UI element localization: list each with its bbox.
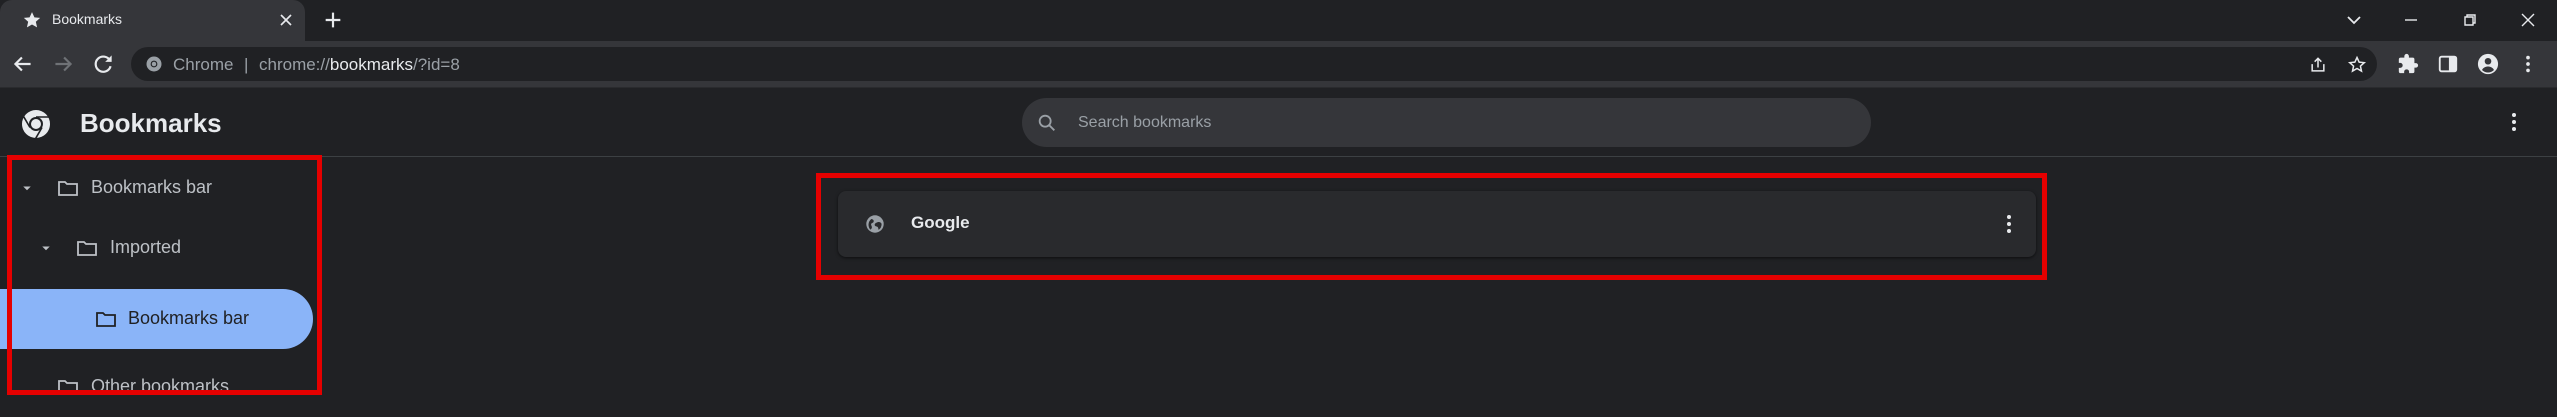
url-text: chrome://bookmarks/?id=8 xyxy=(259,55,460,75)
chrome-site-icon xyxy=(146,56,162,72)
back-icon[interactable] xyxy=(10,51,36,77)
minimize-icon[interactable] xyxy=(2399,8,2423,32)
folder-tree: Bookmarks bar Imported Bookmarks bar Oth… xyxy=(0,157,320,403)
search-icon xyxy=(1038,114,1055,131)
tree-item-imported[interactable]: Imported xyxy=(0,218,310,278)
tree-item-other-bookmarks[interactable]: Other bookmarks xyxy=(0,357,310,417)
folder-icon xyxy=(58,380,78,395)
address-bar[interactable]: Chrome | chrome://bookmarks/?id=8 xyxy=(131,47,2377,81)
forward-icon[interactable] xyxy=(50,51,76,77)
close-tab-icon[interactable] xyxy=(276,10,296,30)
url-prefix: chrome:// xyxy=(259,55,330,74)
omnibox-separator: | xyxy=(244,55,249,74)
new-tab-icon[interactable] xyxy=(322,9,344,31)
expand-arrow-icon[interactable] xyxy=(18,179,36,197)
bookmarks-header: Bookmarks xyxy=(0,88,2557,157)
toolbar: Chrome | chrome://bookmarks/?id=8 xyxy=(0,41,2557,88)
star-icon xyxy=(23,12,41,28)
folder-icon xyxy=(77,241,97,256)
url-suffix: /?id=8 xyxy=(413,55,460,74)
organize-menu-icon[interactable] xyxy=(2502,110,2526,134)
chrome-logo-icon xyxy=(22,110,50,139)
expand-arrow-icon[interactable] xyxy=(37,239,55,257)
page-title: Bookmarks xyxy=(80,108,222,138)
reload-icon[interactable] xyxy=(90,51,116,77)
folder-icon xyxy=(58,181,78,196)
search-box[interactable] xyxy=(1022,98,1871,147)
restore-icon[interactable] xyxy=(2458,8,2482,32)
tab-strip: Bookmarks xyxy=(0,0,2557,41)
tree-item-label: Other bookmarks xyxy=(91,376,230,396)
tab-search-icon[interactable] xyxy=(2342,8,2366,32)
tree-item-label: Imported xyxy=(110,237,182,257)
more-actions-icon[interactable] xyxy=(1997,212,2021,236)
profile-icon[interactable] xyxy=(2477,53,2499,75)
tree-item-bookmarks-bar-selected[interactable]: Bookmarks bar xyxy=(0,289,313,349)
search-input[interactable] xyxy=(1078,108,1838,138)
close-window-icon[interactable] xyxy=(2516,8,2540,32)
chrome-menu-icon[interactable] xyxy=(2517,53,2539,75)
tree-item-bookmarks-bar[interactable]: Bookmarks bar xyxy=(0,158,310,218)
bookmark-star-icon[interactable] xyxy=(2347,55,2367,75)
site-chip-label: Chrome xyxy=(173,55,234,74)
globe-icon xyxy=(866,215,884,233)
extensions-icon[interactable] xyxy=(2397,53,2419,75)
side-panel-icon[interactable] xyxy=(2437,53,2459,75)
tab-title: Bookmarks xyxy=(52,11,123,27)
tab-bookmarks[interactable]: Bookmarks xyxy=(0,0,305,41)
folder-icon xyxy=(96,312,116,327)
tree-item-label: Bookmarks bar xyxy=(91,177,213,197)
tree-item-label: Bookmarks bar xyxy=(128,308,250,328)
share-icon[interactable] xyxy=(2308,55,2328,75)
bookmark-title: Google xyxy=(911,213,970,232)
bookmark-item[interactable]: Google xyxy=(838,191,2036,257)
url-host: bookmarks xyxy=(329,55,413,74)
